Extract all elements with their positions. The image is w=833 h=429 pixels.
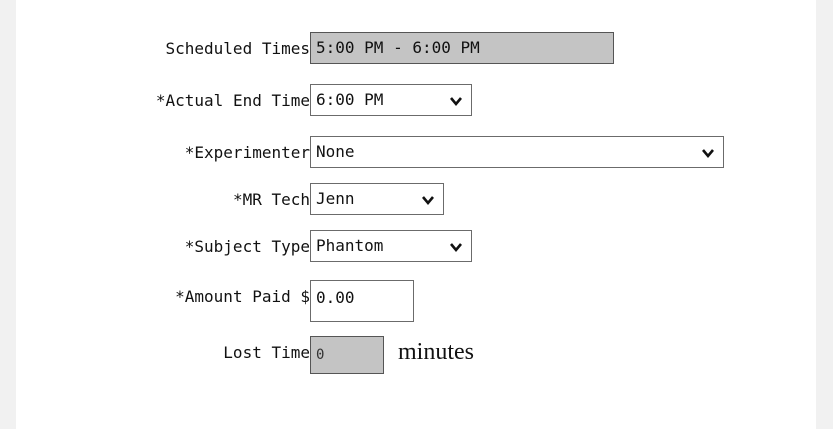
amount-paid-input[interactable]: 0.00 — [310, 280, 414, 322]
amount-paid-row: *Amount Paid $ 0.00 — [16, 280, 816, 322]
experimenter-select[interactable]: None — [310, 136, 724, 168]
experimenter-value: None — [316, 142, 355, 161]
actual-end-time-value: 6:00 PM — [316, 90, 384, 109]
lost-time-unit: minutes — [398, 339, 474, 365]
actual-end-time-label: *Actual End Time — [155, 91, 310, 110]
mr-tech-value: Jenn — [316, 189, 355, 208]
mr-tech-select[interactable]: Jenn — [310, 183, 444, 215]
chevron-down-icon — [450, 243, 462, 253]
subject-type-row: *Subject Type Phantom — [16, 230, 816, 264]
lost-time-label: Lost Time — [223, 343, 310, 362]
experimenter-row: *Experimenter None — [16, 136, 816, 170]
subject-type-value: Phantom — [316, 236, 384, 255]
mr-tech-row: *MR Tech Jenn — [16, 183, 816, 217]
mr-tech-label: *MR Tech — [232, 190, 310, 209]
amount-paid-label: *Amount Paid $ — [175, 287, 310, 306]
scheduled-times-label: Scheduled Times — [165, 39, 311, 58]
chevron-down-icon — [702, 149, 714, 159]
form-panel: Scheduled Times 5:00 PM - 6:00 PM *Actua… — [16, 0, 816, 429]
chevron-down-icon — [422, 196, 434, 206]
scheduled-times-row: Scheduled Times 5:00 PM - 6:00 PM — [16, 32, 816, 66]
subject-type-label: *Subject Type — [184, 237, 310, 256]
actual-end-time-select[interactable]: 6:00 PM — [310, 84, 472, 116]
lost-time-row: Lost Time 0 minutes — [16, 336, 816, 374]
experimenter-label: *Experimenter — [184, 143, 310, 162]
subject-type-select[interactable]: Phantom — [310, 230, 472, 262]
lost-time-field: 0 — [310, 336, 384, 374]
scheduled-times-field: 5:00 PM - 6:00 PM — [310, 32, 614, 64]
actual-end-time-row: *Actual End Time 6:00 PM — [16, 84, 816, 118]
chevron-down-icon — [450, 97, 462, 107]
